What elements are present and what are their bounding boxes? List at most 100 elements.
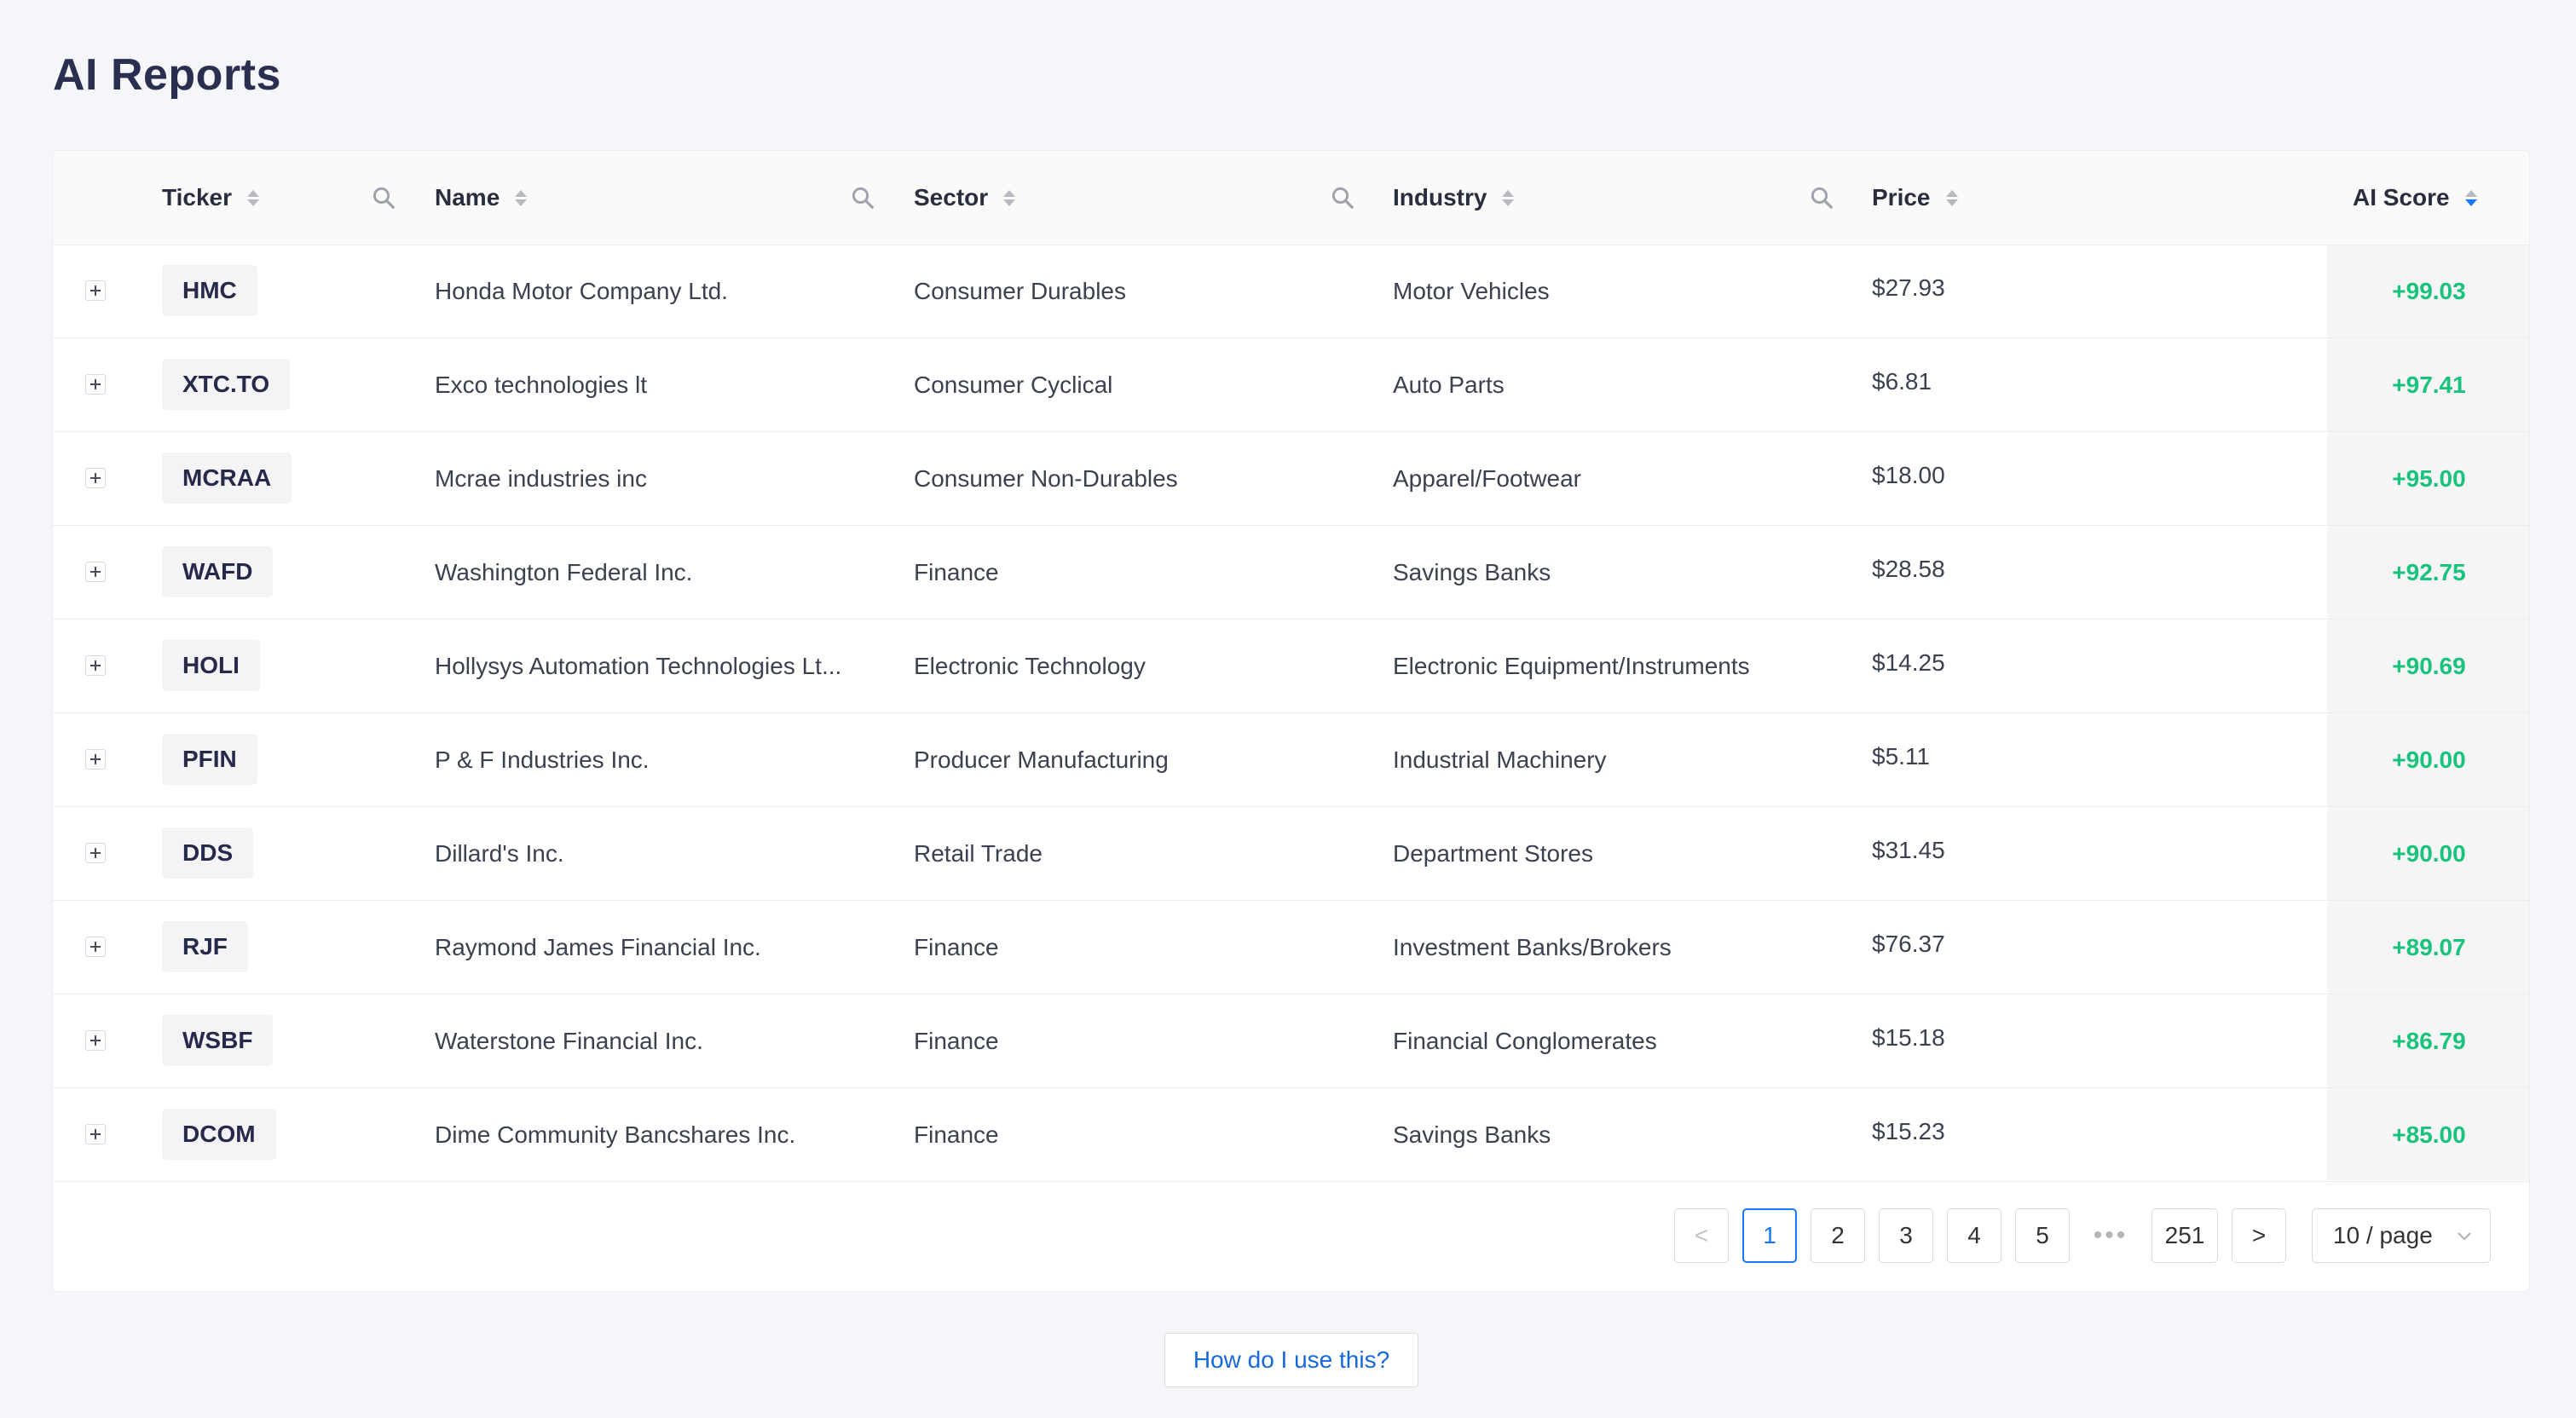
expand-row-icon[interactable]	[85, 562, 106, 582]
ticker-badge[interactable]: PFIN	[162, 734, 257, 785]
price: $6.81	[1872, 368, 1932, 395]
table-row[interactable]: HOLI Hollysys Automation Technologies Lt…	[53, 620, 2529, 713]
price: $15.18	[1872, 1024, 1945, 1051]
expand-row-icon[interactable]	[85, 374, 106, 395]
sort-descending-icon[interactable]	[2464, 189, 2477, 206]
column-header-ticker[interactable]: Ticker	[162, 151, 259, 245]
expand-row-icon[interactable]	[85, 843, 106, 863]
company-name: Dime Community Bancshares Inc.	[435, 1121, 796, 1148]
expand-row-icon[interactable]	[85, 280, 106, 301]
expand-row-icon[interactable]	[85, 937, 106, 957]
column-header-price[interactable]: Price	[1872, 151, 1958, 245]
page-button-2[interactable]: 2	[1811, 1208, 1865, 1263]
sector: Finance	[914, 1121, 999, 1148]
prev-page-button[interactable]: <	[1674, 1208, 1729, 1263]
industry: Investment Banks/Brokers	[1393, 934, 1672, 960]
industry: Savings Banks	[1393, 1121, 1551, 1148]
ticker-badge[interactable]: DDS	[162, 827, 254, 879]
column-header-ai-score[interactable]: AI Score	[2353, 151, 2477, 245]
sort-icon[interactable]	[1945, 189, 1958, 206]
column-header-industry[interactable]: Industry	[1393, 151, 1515, 245]
search-icon[interactable]	[1330, 185, 1355, 210]
price: $28.58	[1872, 556, 1945, 582]
table-row[interactable]: WAFD Washington Federal Inc. Finance Sav…	[53, 526, 2529, 620]
ticker-badge[interactable]: RJF	[162, 921, 248, 972]
ticker-badge[interactable]: HMC	[162, 265, 257, 316]
table-row[interactable]: DCOM Dime Community Bancshares Inc. Fina…	[53, 1088, 2529, 1182]
page-button-3[interactable]: 3	[1879, 1208, 1933, 1263]
industry: Apparel/Footwear	[1393, 465, 1582, 492]
sector: Producer Manufacturing	[914, 746, 1169, 773]
column-header-sector[interactable]: Sector	[914, 151, 1016, 245]
expand-row-icon[interactable]	[85, 1030, 106, 1051]
expand-row-icon[interactable]	[85, 749, 106, 770]
next-page-button[interactable]: >	[2232, 1208, 2286, 1263]
search-icon[interactable]	[371, 185, 396, 210]
table-row[interactable]: RJF Raymond James Financial Inc. Finance…	[53, 901, 2529, 994]
price: $27.93	[1872, 274, 1945, 301]
table-row[interactable]: MCRAA Mcrae industries inc Consumer Non-…	[53, 432, 2529, 526]
sort-icon[interactable]	[247, 189, 259, 206]
page-button-last[interactable]: 251	[2151, 1208, 2218, 1263]
company-name: Hollysys Automation Technologies Lt...	[435, 653, 842, 679]
ticker-badge[interactable]: MCRAA	[162, 452, 292, 504]
expand-row-icon[interactable]	[85, 468, 106, 488]
company-name: Raymond James Financial Inc.	[435, 934, 761, 960]
ai-score: +85.00	[2392, 1121, 2466, 1148]
page-size-value: 10 / page	[2333, 1222, 2433, 1248]
search-icon[interactable]	[850, 185, 875, 210]
column-title-ticker: Ticker	[162, 184, 232, 210]
company-name: Mcrae industries inc	[435, 465, 647, 492]
ticker-badge[interactable]: XTC.TO	[162, 359, 291, 410]
company-name: Exco technologies lt	[435, 372, 648, 398]
sector: Finance	[914, 559, 999, 585]
ticker-badge[interactable]: HOLI	[162, 640, 260, 691]
industry: Savings Banks	[1393, 559, 1551, 585]
more-pages-icon[interactable]: •••	[2083, 1208, 2138, 1263]
price: $76.37	[1872, 931, 1945, 957]
page-button-1[interactable]: 1	[1742, 1208, 1797, 1263]
sort-icon[interactable]	[1003, 189, 1016, 206]
price: $15.23	[1872, 1118, 1945, 1144]
price: $5.11	[1872, 743, 1930, 770]
price: $31.45	[1872, 837, 1945, 863]
company-name: Waterstone Financial Inc.	[435, 1028, 703, 1054]
ticker-badge[interactable]: DCOM	[162, 1109, 276, 1160]
ticker-badge[interactable]: WSBF	[162, 1015, 274, 1066]
industry: Financial Conglomerates	[1393, 1028, 1657, 1054]
ai-score: +95.00	[2392, 465, 2466, 492]
table-header: Ticker Name Sector Industry Price AI Sco…	[53, 151, 2529, 245]
company-name: P & F Industries Inc.	[435, 746, 650, 773]
industry: Motor Vehicles	[1393, 278, 1550, 304]
industry: Electronic Equipment/Instruments	[1393, 653, 1750, 679]
column-header-name[interactable]: Name	[435, 151, 528, 245]
ticker-badge[interactable]: WAFD	[162, 546, 274, 597]
page-button-4[interactable]: 4	[1947, 1208, 2001, 1263]
table-row[interactable]: XTC.TO Exco technologies lt Consumer Cyc…	[53, 338, 2529, 432]
ai-score: +90.00	[2392, 840, 2466, 867]
table-row[interactable]: PFIN P & F Industries Inc. Producer Manu…	[53, 713, 2529, 807]
column-title-industry: Industry	[1393, 184, 1487, 210]
table-row[interactable]: DDS Dillard's Inc. Retail Trade Departme…	[53, 807, 2529, 901]
industry: Department Stores	[1393, 840, 1593, 867]
ai-score: +99.03	[2392, 278, 2466, 304]
expand-row-icon[interactable]	[85, 655, 106, 676]
page-title: AI Reports	[53, 50, 281, 100]
help-button[interactable]: How do I use this?	[1164, 1333, 1418, 1387]
column-title-price: Price	[1872, 184, 1931, 210]
reports-table-card: Ticker Name Sector Industry Price AI Sco…	[52, 150, 2530, 1292]
price: $14.25	[1872, 649, 1945, 676]
sector: Finance	[914, 1028, 999, 1054]
industry: Auto Parts	[1393, 372, 1505, 398]
sort-icon[interactable]	[515, 189, 528, 206]
page-button-5[interactable]: 5	[2015, 1208, 2070, 1263]
table-row[interactable]: HMC Honda Motor Company Ltd. Consumer Du…	[53, 245, 2529, 338]
table-row[interactable]: WSBF Waterstone Financial Inc. Finance F…	[53, 994, 2529, 1088]
sort-icon[interactable]	[1502, 189, 1515, 206]
industry: Industrial Machinery	[1393, 746, 1607, 773]
expand-row-icon[interactable]	[85, 1124, 106, 1144]
company-name: Dillard's Inc.	[435, 840, 564, 867]
column-title-name: Name	[435, 184, 500, 210]
page-size-select[interactable]: 10 / page	[2312, 1208, 2491, 1263]
search-icon[interactable]	[1809, 185, 1834, 210]
